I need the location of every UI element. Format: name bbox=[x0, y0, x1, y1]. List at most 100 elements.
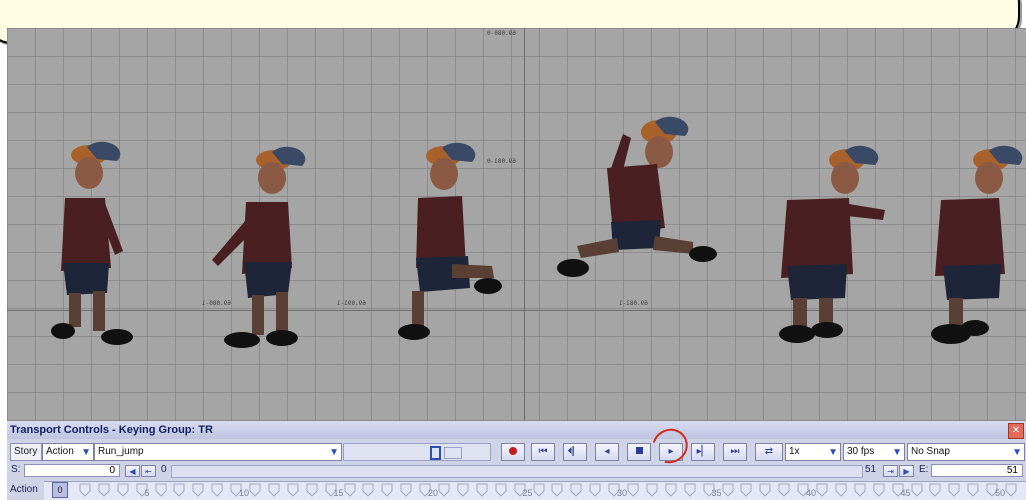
tab-story[interactable]: Story bbox=[10, 443, 42, 461]
go-end-icon: ⏭ bbox=[730, 446, 740, 457]
fps-select-value: 30 fps bbox=[847, 446, 875, 457]
timeline-frame-tick bbox=[155, 483, 166, 497]
end-field[interactable]: 51 bbox=[931, 464, 1023, 477]
timeline-frame-tick bbox=[929, 483, 941, 497]
timeline-frame-tick bbox=[740, 483, 752, 497]
timeline-tick-label: 20 bbox=[428, 488, 439, 498]
timeline-row: Action 0 5 10 15 20 25 30 35 40 45 50 bbox=[7, 480, 1026, 500]
start-field[interactable]: 0 bbox=[24, 464, 120, 477]
character-pose-5[interactable] bbox=[757, 145, 897, 353]
transport-toolbar: Story Action ▼ Run_jump ▼ ⏮ ⏴▏ ◂ ▸ ▸▏ ⏭ … bbox=[7, 441, 1026, 463]
range-slider[interactable] bbox=[171, 465, 863, 478]
character-pose-6[interactable] bbox=[925, 145, 1026, 353]
timeline-frame-tick bbox=[551, 483, 563, 497]
timeline-frame-tick bbox=[117, 483, 129, 497]
timeline-frame-tick bbox=[684, 483, 696, 497]
dual-view-icon[interactable] bbox=[444, 447, 462, 459]
timeline-frame-tick bbox=[457, 483, 469, 497]
offset-end-button[interactable]: ⇥ bbox=[883, 465, 898, 477]
timeline-frame-tick bbox=[173, 483, 185, 497]
record-icon bbox=[509, 447, 517, 456]
next-key-button[interactable]: ▸▏ bbox=[691, 443, 715, 461]
timeline-frame-tick bbox=[816, 483, 828, 497]
single-view-icon[interactable] bbox=[430, 446, 441, 460]
timeline-track[interactable]: 0 5 10 15 20 25 30 35 40 45 50 bbox=[44, 481, 1026, 500]
mode-select[interactable]: Action ▼ bbox=[42, 443, 94, 461]
loop-button[interactable]: ⇄ bbox=[755, 443, 783, 461]
timeline-frame-tick bbox=[495, 483, 507, 497]
timeline-frame-tick bbox=[344, 483, 355, 497]
timeline-frame-tick bbox=[967, 483, 979, 497]
timeline-frame-tick bbox=[778, 483, 790, 497]
timeline-frame-tick bbox=[249, 483, 261, 497]
chevron-down-icon: ▼ bbox=[892, 447, 902, 458]
timeline-tick-label: 5 bbox=[144, 488, 150, 498]
timeline-frame-tick bbox=[873, 483, 885, 497]
timeline-frame-tick bbox=[759, 483, 771, 497]
end-frame-value: 51 bbox=[865, 464, 877, 475]
record-button[interactable] bbox=[501, 443, 525, 461]
stop-icon bbox=[635, 447, 643, 454]
character-pose-1[interactable] bbox=[27, 141, 137, 348]
timeline-tick-label: 45 bbox=[900, 488, 911, 498]
set-start-button[interactable]: ◀ bbox=[125, 465, 140, 477]
take-select-value: Run_jump bbox=[98, 446, 144, 457]
timeline-frame-tick bbox=[854, 483, 866, 497]
grid-label: 69.081-1 bbox=[619, 300, 648, 307]
prev-key-button[interactable]: ⏴▏ bbox=[563, 443, 587, 461]
close-icon[interactable]: ✕ bbox=[1008, 423, 1024, 439]
timeline-tick-label: 25 bbox=[522, 488, 533, 498]
chevron-down-icon: ▼ bbox=[828, 447, 838, 458]
mode-select-value: Action bbox=[46, 446, 74, 457]
timeline-frame-tick bbox=[722, 483, 733, 497]
timeline-frame-tick bbox=[381, 483, 393, 497]
timeline-tick-label: 35 bbox=[711, 488, 722, 498]
timeline-tick-label: 50 bbox=[995, 488, 1006, 498]
panel-titlebar: Transport Controls - Keying Group: TR ✕ bbox=[7, 421, 1026, 439]
speed-select[interactable]: 1x ▼ bbox=[785, 443, 841, 461]
timeline-frame-tick bbox=[268, 483, 280, 497]
prev-frame-icon: ◂ bbox=[604, 446, 610, 457]
grid-label: 69.080-0 bbox=[487, 30, 516, 37]
grid-label: 69.091-1 bbox=[337, 300, 366, 307]
timeline-frame-tick bbox=[835, 483, 847, 497]
timeline-frame-tick bbox=[98, 483, 110, 497]
prev-frame-button[interactable]: ◂ bbox=[595, 443, 619, 461]
go-start-button[interactable]: ⏮ bbox=[531, 443, 555, 461]
current-frame-marker[interactable]: 0 bbox=[52, 482, 68, 498]
timeline-frame-tick bbox=[1005, 483, 1017, 497]
timeline-frame-tick bbox=[211, 483, 223, 497]
viewer-viewport[interactable]: 69.080-0 69.081-0 69.091-1 69.081-1 69.0… bbox=[7, 28, 1026, 421]
speed-select-value: 1x bbox=[789, 446, 800, 457]
next-key-icon: ▸▏ bbox=[696, 446, 710, 457]
timeline-frame-tick bbox=[476, 483, 488, 497]
timeline-frame-tick bbox=[911, 483, 922, 497]
stop-button[interactable] bbox=[627, 443, 651, 461]
range-row: S: 0 ◀ ⇤ 0 51 ⇥ ▶ E: 51 bbox=[7, 464, 1026, 478]
timeline-frame-tick bbox=[287, 483, 299, 497]
timeline-frame-tick bbox=[400, 483, 412, 497]
transport-controls-panel: Transport Controls - Keying Group: TR ✕ … bbox=[7, 421, 1026, 500]
start-label: S: bbox=[11, 464, 21, 475]
panel-title: Transport Controls - Keying Group: TR bbox=[10, 424, 213, 436]
timeline-frame-tick bbox=[438, 483, 450, 497]
timeline-frame-tick bbox=[306, 483, 318, 497]
character-pose-4[interactable] bbox=[547, 116, 717, 293]
timeline-frame-tick bbox=[192, 483, 204, 497]
character-pose-2[interactable] bbox=[202, 146, 322, 355]
view-toggle-area bbox=[343, 443, 491, 461]
snap-select[interactable]: No Snap ▼ bbox=[907, 443, 1025, 461]
set-end-button[interactable]: ▶ bbox=[899, 465, 914, 477]
prev-key-icon: ⏴▏ bbox=[567, 446, 583, 457]
chevron-down-icon: ▼ bbox=[329, 447, 339, 458]
timeline-tick-label: 10 bbox=[239, 488, 250, 498]
fps-select[interactable]: 30 fps ▼ bbox=[843, 443, 905, 461]
timeline-frame-tick bbox=[362, 483, 374, 497]
take-select[interactable]: Run_jump ▼ bbox=[94, 443, 342, 461]
timeline-frame-tick bbox=[948, 483, 960, 497]
offset-button[interactable]: ⇤ bbox=[141, 465, 156, 477]
chevron-down-icon: ▼ bbox=[81, 447, 91, 458]
go-end-button[interactable]: ⏭ bbox=[723, 443, 747, 461]
character-pose-3[interactable] bbox=[392, 142, 512, 351]
timeline-frame-tick bbox=[79, 483, 91, 497]
